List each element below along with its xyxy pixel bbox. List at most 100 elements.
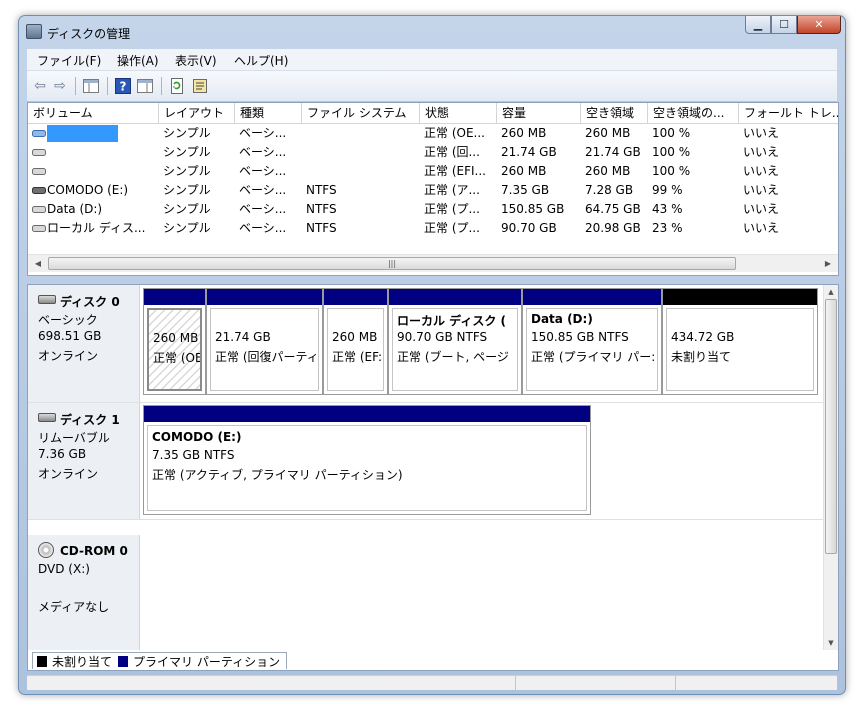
volume-row[interactable]: Data (D:) シンプル ベーシ... NTFS 正常 (プ... 150.… xyxy=(28,200,838,219)
partition-efi[interactable]: 260 MB 正常 (EF: xyxy=(323,288,388,395)
volume-name: ローカル ディス... xyxy=(47,221,146,235)
volume-row[interactable]: COMODO (E:) シンプル ベーシ... NTFS 正常 (ア... 7.… xyxy=(28,181,838,200)
percent-cell: 100 % xyxy=(652,126,691,140)
partition-size: 434.72 GB xyxy=(671,330,735,344)
free-cell: 260 MB xyxy=(585,126,631,140)
caption-buttons: ▁ ☐ ✕ xyxy=(745,16,841,36)
partition-local-disk[interactable]: ローカル ディスク ( 90.70 GB NTFS 正常 (ブート, ページ xyxy=(388,288,522,395)
horizontal-scroll-thumb[interactable]: ||| xyxy=(48,257,736,270)
status-cell: 正常 (OE... xyxy=(424,126,485,140)
cd-drive-icon xyxy=(38,542,54,558)
status-cell: 正常 (プ... xyxy=(424,202,480,216)
disk-kind: DVD (X:) xyxy=(38,562,90,576)
type-cell: ベーシ... xyxy=(239,164,287,178)
volume-row[interactable]: ローカル ディス... シンプル ベーシ... NTFS 正常 (プ... 90… xyxy=(28,219,838,238)
free-cell: 20.98 GB xyxy=(585,221,641,235)
title-bar[interactable]: ディスクの管理 ▁ ☐ ✕ xyxy=(19,16,845,46)
partition-data[interactable]: Data (D:) 150.85 GB NTFS 正常 (プライマリ パー: xyxy=(522,288,662,395)
percent-cell: 100 % xyxy=(652,145,691,159)
unallocated-swatch xyxy=(37,655,47,667)
disk-row: ディスク 0 ベーシック 698.51 GB オンライン 260 MB 正常 (… xyxy=(28,285,824,403)
drive-icon xyxy=(32,200,46,219)
forward-arrow-icon[interactable]: ⇨ xyxy=(51,77,69,95)
type-cell: ベーシ... xyxy=(239,202,287,216)
drive-icon xyxy=(32,143,46,162)
partition-body: 434.72 GB 未割り当て xyxy=(666,308,814,391)
vertical-scrollbar[interactable]: ▲ ▼ xyxy=(823,285,838,650)
menu-bar: ファイル(F) 操作(A) 表示(V) ヘルプ(H) xyxy=(27,49,837,71)
layout-cell: シンプル xyxy=(163,221,211,235)
layout-cell: シンプル xyxy=(163,126,211,140)
minimize-button[interactable]: ▁ xyxy=(745,16,771,34)
type-cell: ベーシ... xyxy=(239,145,287,159)
show-hide-action-pane-icon[interactable] xyxy=(136,77,154,95)
menu-view[interactable]: 表示(V) xyxy=(175,52,217,69)
partition-status: 正常 (OE xyxy=(153,351,202,365)
partition-size: 21.74 GB xyxy=(215,330,271,344)
column-status[interactable]: 状態 xyxy=(420,103,496,123)
partition-size: 90.70 GB NTFS xyxy=(397,330,488,344)
partition-status: 正常 (アクティブ, プライマリ パーティション) xyxy=(152,468,403,482)
volume-row[interactable]: シンプル ベーシ... 正常 (回... 21.74 GB 21.74 GB 1… xyxy=(28,143,838,162)
partition-body: Data (D:) 150.85 GB NTFS 正常 (プライマリ パー: xyxy=(526,308,658,391)
back-arrow-icon[interactable]: ⇦ xyxy=(31,77,49,95)
disk-name: ディスク 0 xyxy=(60,295,120,309)
column-free-space[interactable]: 空き領域 xyxy=(581,103,647,123)
toolbar: ⇦ ⇨ ? xyxy=(27,71,837,102)
fault-cell: いいえ xyxy=(743,145,780,159)
percent-cell: 99 % xyxy=(652,183,683,197)
scroll-left-icon[interactable]: ◀ xyxy=(31,257,45,270)
volume-list: ボリューム レイアウト 種類 ファイル システム 状態 容量 空き領域 空き領域… xyxy=(27,102,839,276)
scroll-right-icon[interactable]: ▶ xyxy=(821,257,835,270)
help-icon[interactable]: ? xyxy=(114,77,132,95)
partition-recovery[interactable]: 21.74 GB 正常 (回復パーティ xyxy=(206,288,323,395)
partition-bar xyxy=(144,406,590,422)
partition-status: 正常 (ブート, ページ xyxy=(397,350,509,364)
partition-unallocated[interactable]: 434.72 GB 未割り当て xyxy=(662,288,818,395)
volume-row[interactable]: シンプル ベーシ... 正常 (OE... 260 MB 260 MB 100 … xyxy=(28,124,838,143)
column-capacity[interactable]: 容量 xyxy=(497,103,580,123)
disk-state: オンライン xyxy=(38,349,99,363)
menu-file[interactable]: ファイル(F) xyxy=(37,52,101,69)
column-percent-free[interactable]: 空き領域の... xyxy=(648,103,738,123)
cdrom-0-label[interactable]: CD-ROM 0 DVD (X:) メディアなし xyxy=(28,535,140,650)
capacity-cell: 150.85 GB xyxy=(501,202,565,216)
disk-name: CD-ROM 0 xyxy=(60,544,128,558)
fs-cell: NTFS xyxy=(306,183,337,197)
vertical-scroll-thumb[interactable] xyxy=(825,299,837,554)
column-type[interactable]: 種類 xyxy=(235,103,301,123)
layout-cell: シンプル xyxy=(163,183,211,197)
show-hide-console-tree-icon[interactable] xyxy=(82,77,100,95)
disk-row: CD-ROM 0 DVD (X:) メディアなし xyxy=(28,535,824,650)
type-cell: ベーシ... xyxy=(239,126,287,140)
column-fault-tolerance[interactable]: フォールト トレ... xyxy=(739,103,838,123)
column-file-system[interactable]: ファイル システム xyxy=(302,103,419,123)
capacity-cell: 7.35 GB xyxy=(501,183,550,197)
partition-body: ローカル ディスク ( 90.70 GB NTFS 正常 (ブート, ページ xyxy=(392,308,518,391)
scroll-up-icon[interactable]: ▲ xyxy=(824,286,838,298)
partition-status: 正常 (EF: xyxy=(332,350,383,364)
close-button[interactable]: ✕ xyxy=(797,16,841,34)
maximize-button[interactable]: ☐ xyxy=(771,16,797,34)
legend-unallocated: 未割り当て xyxy=(52,654,113,669)
volume-name-selected[interactable] xyxy=(47,125,118,142)
partition-body: 260 MB 正常 (OE xyxy=(147,308,202,391)
scroll-down-icon[interactable]: ▼ xyxy=(824,637,838,649)
volume-row[interactable]: シンプル ベーシ... 正常 (EFI... 260 MB 260 MB 100… xyxy=(28,162,838,181)
disk-0-label[interactable]: ディスク 0 ベーシック 698.51 GB オンライン xyxy=(28,285,140,402)
toolbar-separator xyxy=(161,77,162,95)
column-volume[interactable]: ボリューム xyxy=(28,103,158,123)
free-cell: 21.74 GB xyxy=(585,145,641,159)
refresh-icon[interactable] xyxy=(168,77,186,95)
partition-comodo[interactable]: COMODO (E:) 7.35 GB NTFS 正常 (アクティブ, プライマ… xyxy=(143,405,591,515)
properties-icon[interactable] xyxy=(191,77,209,95)
disk-view: ディスク 0 ベーシック 698.51 GB オンライン 260 MB 正常 (… xyxy=(27,284,839,651)
menu-help[interactable]: ヘルプ(H) xyxy=(234,52,288,69)
disk-1-label[interactable]: ディスク 1 リムーバブル 7.36 GB オンライン xyxy=(28,403,140,519)
partition-oem[interactable]: 260 MB 正常 (OE xyxy=(143,288,206,395)
column-layout[interactable]: レイアウト xyxy=(159,103,234,123)
volume-name: COMODO (E:) xyxy=(47,183,129,197)
drive-icon xyxy=(32,219,46,238)
menu-action[interactable]: 操作(A) xyxy=(117,52,159,69)
horizontal-scrollbar[interactable]: ◀ ||| ▶ xyxy=(28,254,838,272)
